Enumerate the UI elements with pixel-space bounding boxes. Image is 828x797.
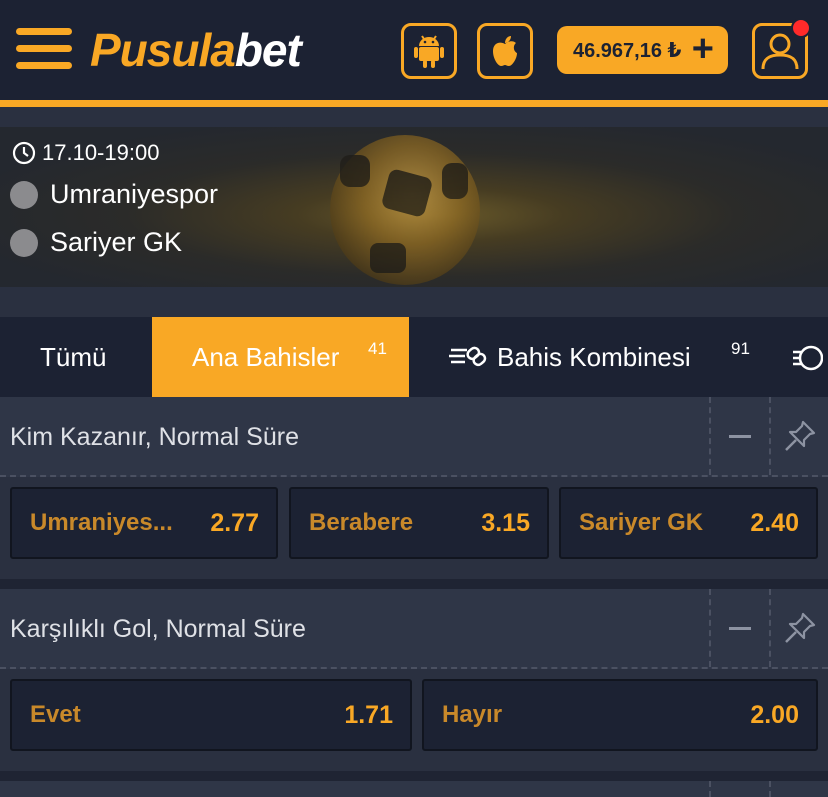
stopwatch-icon [793, 345, 823, 371]
team-home-row: Umraniyespor [10, 179, 218, 210]
match-banner: 17.10-19:00 Umraniyespor Sariyer GK [0, 107, 828, 287]
plus-icon: + [691, 28, 714, 70]
market-match-winner: Kim Kazanır, Normal Süre Umraniyes... 2.… [0, 397, 828, 579]
market-header: Karşılıklı Gol, Normal Süre [0, 589, 828, 669]
bet-builder-icon [449, 346, 487, 367]
odd-button[interactable]: Umraniyes... 2.77 [10, 487, 278, 559]
clock-icon [12, 141, 36, 165]
tab-bet-builder-label: Bahis Kombinesi [497, 341, 691, 372]
odd-value: 3.15 [481, 508, 530, 537]
balance-deposit-button[interactable]: 46.967,16 ₺ + [557, 26, 728, 74]
team-away-name: Sariyer GK [50, 227, 183, 257]
odd-value: 1.71 [344, 700, 393, 729]
tab-main-bets[interactable]: Ana Bahisler 41 [152, 317, 409, 397]
tab-more[interactable] [789, 317, 828, 397]
collapse-button[interactable] [709, 589, 769, 667]
market-title: Karşılıklı Gol, Normal Süre [10, 615, 306, 643]
match-datetime: 17.10-19:00 [12, 140, 159, 166]
odd-button[interactable]: Sariyer GK 2.40 [559, 487, 818, 559]
top-header: Pusulabet 46.967,16 ₺ + [0, 0, 828, 100]
tab-bet-builder[interactable]: Bahis Kombinesi 91 [409, 317, 789, 397]
logo-text-part2: bet [234, 24, 302, 76]
odd-value: 2.00 [750, 700, 799, 729]
market-title: Kim Kazanır, Normal Süre [10, 423, 299, 451]
pin-icon [784, 612, 815, 643]
android-app-button[interactable] [401, 23, 457, 79]
team-home-name: Umraniyespor [50, 179, 219, 209]
tab-main-bets-count: 41 [368, 339, 387, 358]
minus-icon [729, 626, 751, 630]
ios-app-button[interactable] [477, 23, 533, 79]
market-both-teams-score: Karşılıklı Gol, Normal Süre Evet 1.71 Ha… [0, 589, 828, 771]
brand-logo[interactable]: Pusulabet [90, 24, 302, 76]
android-icon [414, 35, 444, 68]
team-away-logo [10, 228, 38, 257]
pin-button[interactable] [769, 589, 828, 667]
market-tabs: Tümü Ana Bahisler 41 Bahis Kombinesi 91 [0, 317, 828, 397]
tab-main-bets-label: Ana Bahisler [192, 341, 340, 372]
odd-label: Umraniyes... [30, 509, 173, 536]
match-datetime-text: 17.10-19:00 [42, 140, 160, 165]
logo-text-part1: Pusula [90, 24, 236, 76]
odd-button[interactable]: Berabere 3.15 [289, 487, 549, 559]
tab-all-label: Tümü [40, 341, 107, 372]
hamburger-menu-icon[interactable] [16, 28, 72, 70]
apple-icon [493, 36, 517, 66]
odd-value: 2.40 [750, 508, 799, 537]
odd-label: Evet [30, 701, 81, 728]
football-image [330, 135, 480, 285]
header-accent-bar [0, 100, 828, 107]
pin-icon [784, 420, 815, 451]
notification-badge [791, 18, 811, 38]
odd-value: 2.77 [210, 508, 259, 537]
collapse-button[interactable] [709, 397, 769, 475]
tab-all[interactable]: Tümü [0, 317, 152, 397]
tab-bet-builder-count: 91 [731, 339, 750, 358]
odd-button[interactable]: Hayır 2.00 [422, 679, 818, 751]
odd-label: Hayır [442, 701, 503, 728]
odd-label: Sariyer GK [579, 509, 704, 536]
minus-icon [729, 434, 751, 438]
market-next-partial [0, 781, 828, 797]
pin-button[interactable] [769, 397, 828, 475]
odd-button[interactable]: Evet 1.71 [10, 679, 412, 751]
balance-amount: 46.967,16 ₺ [573, 39, 682, 62]
odd-label: Berabere [309, 509, 414, 536]
team-home-logo [10, 180, 38, 209]
team-away-row: Sariyer GK [10, 227, 182, 258]
market-header: Kim Kazanır, Normal Süre [0, 397, 828, 477]
